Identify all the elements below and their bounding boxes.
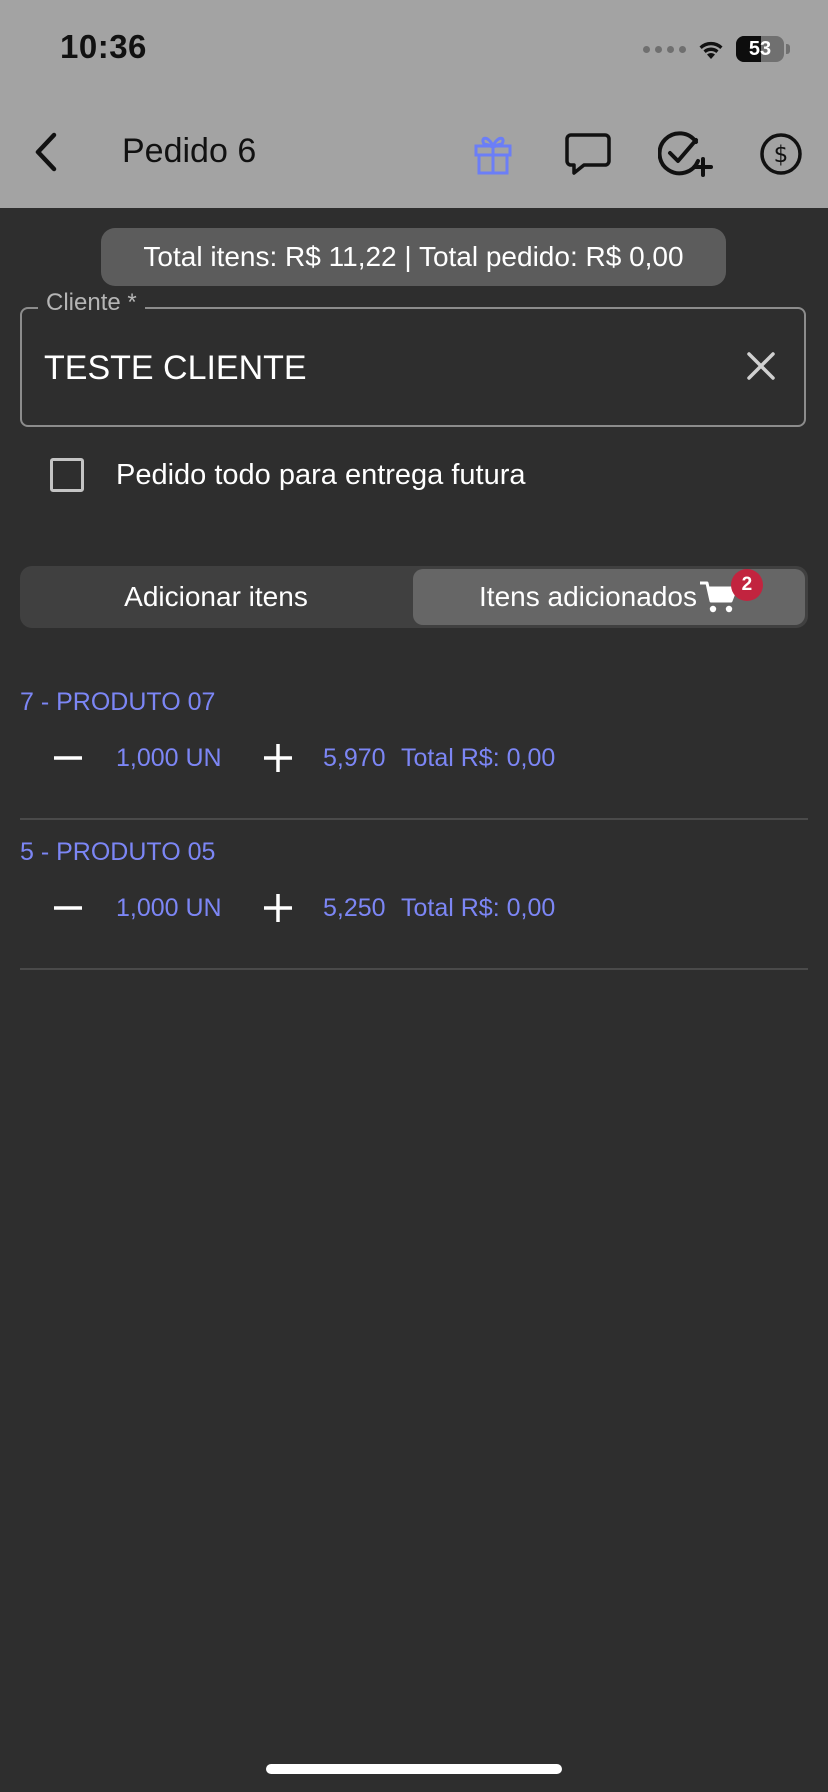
battery-icon: 53	[736, 36, 784, 62]
product-name: 5 - PRODUTO 05	[20, 838, 216, 866]
chat-bubble-icon	[565, 133, 611, 175]
battery-level: 53	[748, 37, 772, 60]
future-delivery-label: Pedido todo para entrega futura	[116, 458, 526, 491]
unit-price[interactable]: 5,250	[323, 894, 386, 923]
list-item[interactable]: 7 - PRODUTO 07 1,000 UN 5,970 Total R$: …	[20, 670, 808, 820]
future-delivery-row[interactable]: Pedido todo para entrega futura	[50, 458, 526, 492]
gift-icon	[474, 136, 512, 175]
increase-quantity-button[interactable]	[256, 736, 300, 780]
plus-icon	[264, 744, 292, 772]
page-title: Pedido 6	[122, 132, 257, 170]
tab-add-items[interactable]: Adicionar itens	[23, 569, 409, 625]
wifi-icon	[699, 41, 723, 59]
cart: 2	[699, 569, 763, 615]
quantity-value[interactable]: 1,000 UN	[116, 744, 222, 773]
product-name: 7 - PRODUTO 07	[20, 688, 216, 716]
home-indicator	[266, 1764, 562, 1774]
check-add-icon	[658, 131, 713, 177]
decrease-quantity-button[interactable]	[46, 736, 90, 780]
status-indicators: 53	[643, 32, 790, 66]
dollar-circle-icon: $	[760, 133, 802, 175]
client-label: Cliente *	[38, 289, 145, 317]
minus-icon	[54, 756, 82, 760]
battery-cap	[786, 44, 790, 54]
item-total: Total R$: 0,00	[401, 744, 556, 772]
client-field[interactable]: Cliente * TESTE CLIENTE	[20, 289, 806, 427]
decrease-quantity-button[interactable]	[46, 886, 90, 930]
unit-price[interactable]: 5,970	[323, 744, 386, 773]
clear-client-button[interactable]	[740, 345, 782, 387]
tab-added-items[interactable]: Itens adicionados 2	[413, 569, 805, 625]
client-value[interactable]: TESTE CLIENTE	[44, 349, 307, 388]
comment-button[interactable]	[560, 126, 616, 182]
quantity-value[interactable]: 1,000 UN	[116, 894, 222, 923]
tab-added-items-label: Itens adicionados	[479, 581, 697, 612]
cellular-signal-icon	[643, 45, 686, 53]
status-time: 10:36	[60, 28, 147, 65]
increase-quantity-button[interactable]	[256, 886, 300, 930]
items-tab-bar: Adicionar itens Itens adicionados 2	[20, 566, 808, 628]
back-button[interactable]	[26, 126, 66, 178]
payment-button[interactable]: $	[753, 126, 809, 182]
gift-button[interactable]	[465, 126, 521, 182]
totals-banner: Total itens: R$ 11,22 | Total pedido: R$…	[101, 228, 726, 286]
app-header: 10:36 53 Pedido 6 $	[0, 0, 828, 208]
item-total: Total R$: 0,00	[401, 894, 556, 922]
minus-icon	[54, 906, 82, 910]
close-icon	[747, 352, 775, 380]
finalize-order-button[interactable]	[658, 126, 714, 182]
svg-text:$: $	[774, 142, 789, 168]
future-delivery-checkbox[interactable]	[50, 458, 84, 492]
cart-count-badge: 2	[730, 569, 763, 601]
divider	[20, 968, 808, 970]
list-item[interactable]: 5 - PRODUTO 05 1,000 UN 5,250 Total R$: …	[20, 820, 808, 970]
plus-icon	[264, 894, 292, 922]
back-chevron-icon	[35, 132, 57, 172]
